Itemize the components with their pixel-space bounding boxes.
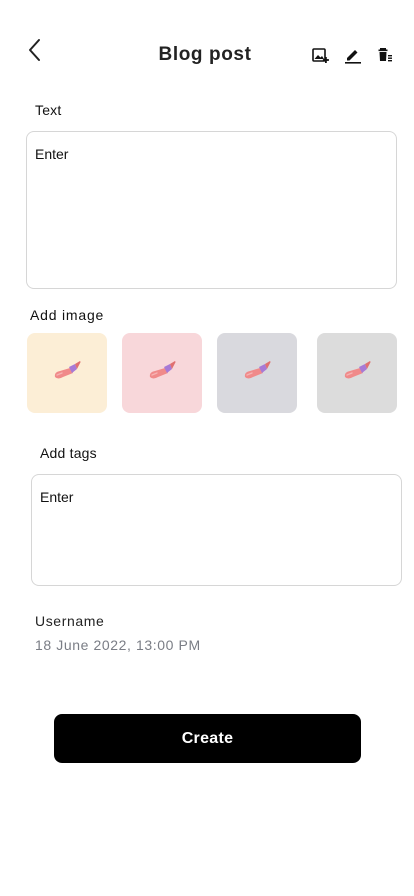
edit-button[interactable]	[342, 46, 364, 68]
brush-icon	[147, 360, 177, 387]
edit-icon	[344, 46, 362, 69]
create-button[interactable]: Create	[54, 714, 361, 763]
brush-icon	[342, 360, 372, 387]
image-picker-row	[27, 333, 397, 413]
add-image-icon	[312, 46, 330, 69]
create-button-label: Create	[181, 729, 234, 747]
image-tile[interactable]	[317, 333, 397, 413]
text-input[interactable]: Enter	[26, 131, 397, 289]
image-tile[interactable]	[217, 333, 297, 413]
blog-post-screen: Blog post Text Enter Add image Add tags …	[0, 0, 414, 896]
add-image-button[interactable]	[310, 46, 332, 68]
delete-icon	[376, 46, 394, 69]
image-tile[interactable]	[122, 333, 202, 413]
image-tile[interactable]	[27, 333, 107, 413]
add-image-label: Add image	[30, 307, 105, 323]
tags-input[interactable]: Enter	[31, 474, 402, 586]
header-actions	[310, 46, 396, 68]
brush-icon	[52, 360, 82, 387]
brush-icon	[242, 360, 272, 387]
text-input-value: Enter	[35, 146, 69, 162]
post-date: 18 June 2022, 13:00 PM	[35, 637, 201, 653]
text-label: Text	[35, 102, 62, 118]
username-label: Username	[35, 613, 105, 629]
delete-button[interactable]	[374, 46, 396, 68]
tags-input-value: Enter	[40, 489, 74, 505]
add-tags-label: Add tags	[40, 445, 97, 461]
